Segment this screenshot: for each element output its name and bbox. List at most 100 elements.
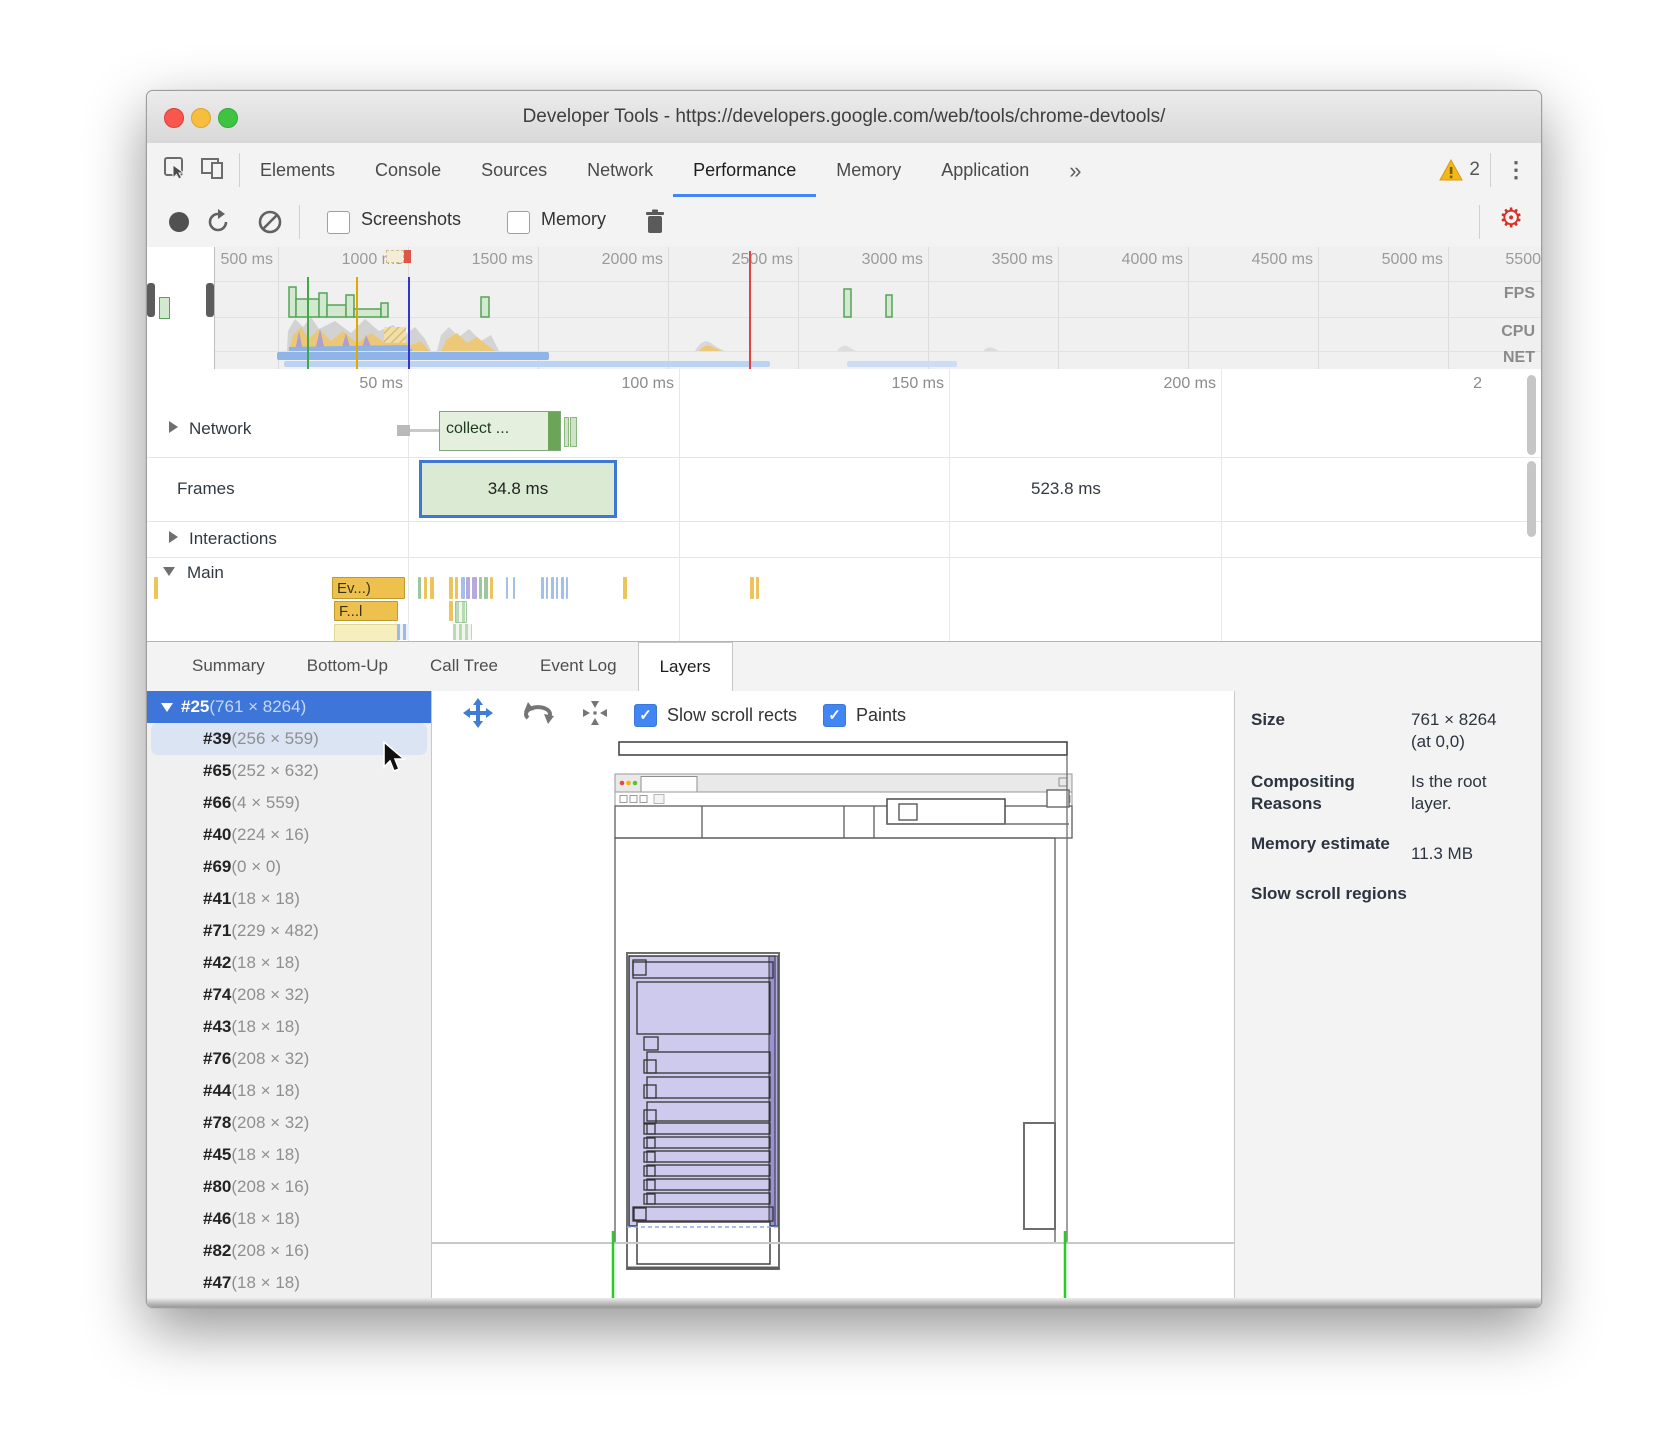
selection-handle-right[interactable] bbox=[206, 283, 214, 317]
layer-tree-item[interactable]: #76(208 × 32) bbox=[147, 1043, 431, 1075]
flame-event-bar[interactable]: Ev...) bbox=[332, 577, 405, 599]
warning-icon[interactable] bbox=[1439, 159, 1463, 181]
flame-bar[interactable] bbox=[461, 577, 465, 599]
flame-bar[interactable] bbox=[418, 577, 421, 599]
flame-bar[interactable] bbox=[334, 624, 398, 642]
detail-tick: 50 ms bbox=[273, 375, 403, 393]
tab-memory[interactable]: Memory bbox=[816, 144, 921, 197]
flame-bar[interactable] bbox=[546, 577, 548, 599]
flame-bar[interactable] bbox=[750, 577, 754, 599]
detail-scrollbar-thumb[interactable] bbox=[1527, 461, 1536, 537]
frames-row-label: Frames bbox=[177, 479, 235, 499]
layer-tree-item[interactable]: #40(224 × 16) bbox=[147, 819, 431, 851]
layer-tree-item[interactable]: #82(208 × 16) bbox=[147, 1235, 431, 1267]
timeline-detail-pane[interactable]: 50 ms 100 ms 150 ms 200 ms 2 Network col… bbox=[147, 369, 1541, 641]
flame-bar[interactable] bbox=[466, 577, 470, 599]
layers-3d-view[interactable]: ✓ Slow scroll rects ✓ Paints bbox=[432, 691, 1234, 1307]
net-lane-label: NET bbox=[1503, 349, 1535, 367]
overview-tick: 5500 bbox=[1431, 251, 1541, 269]
layer-tree-item[interactable]: #25(761 × 8264) bbox=[147, 691, 431, 723]
tab-performance[interactable]: Performance bbox=[673, 144, 816, 197]
flame-bar[interactable] bbox=[561, 577, 564, 599]
device-toolbar-icon[interactable] bbox=[199, 154, 227, 187]
tab-application[interactable]: Application bbox=[921, 144, 1049, 197]
flame-bar[interactable] bbox=[424, 577, 427, 599]
flame-bar[interactable] bbox=[623, 577, 627, 599]
flame-bar[interactable] bbox=[541, 577, 544, 599]
tab-console[interactable]: Console bbox=[355, 144, 461, 197]
flame-bar[interactable] bbox=[566, 577, 568, 599]
expander-down-icon[interactable] bbox=[161, 703, 173, 712]
main-tabbar: Elements Console Sources Network Perform… bbox=[147, 143, 1541, 198]
clear-icon[interactable] bbox=[257, 209, 283, 240]
reload-icon[interactable] bbox=[205, 209, 231, 240]
interactions-expander-icon[interactable] bbox=[169, 531, 178, 543]
detail-row-slow-scroll: Slow scroll regions bbox=[1251, 883, 1541, 905]
flame-bar[interactable] bbox=[506, 577, 508, 599]
layer-tree-item[interactable]: #44(18 × 18) bbox=[147, 1075, 431, 1107]
flame-bar[interactable] bbox=[513, 577, 515, 599]
layer-tree-item[interactable]: #74(208 × 32) bbox=[147, 979, 431, 1011]
selection-handle-left[interactable] bbox=[147, 283, 155, 317]
flame-bar[interactable] bbox=[430, 577, 434, 599]
network-request-bar[interactable] bbox=[570, 417, 577, 447]
tab-summary[interactable]: Summary bbox=[171, 642, 286, 692]
detail-row-memory: Memory estimate 11.3 MB bbox=[1251, 833, 1541, 865]
devtools-window: Developer Tools - https://developers.goo… bbox=[146, 90, 1542, 1308]
layer-tree-item[interactable]: #42(18 × 18) bbox=[147, 947, 431, 979]
warning-count[interactable]: 2 bbox=[1469, 159, 1480, 181]
layer-tree-item[interactable]: #45(18 × 18) bbox=[147, 1139, 431, 1171]
flame-bar[interactable] bbox=[556, 577, 558, 599]
layer-tree-item[interactable]: #41(18 × 18) bbox=[147, 883, 431, 915]
network-request-bar[interactable] bbox=[564, 417, 569, 447]
flame-bar[interactable] bbox=[484, 577, 488, 599]
layer-tree-item[interactable]: #69(0 × 0) bbox=[147, 851, 431, 883]
tab-bottom-up[interactable]: Bottom-Up bbox=[286, 642, 409, 692]
flame-bar[interactable] bbox=[449, 601, 453, 621]
overview-tick: 2500 ms bbox=[683, 251, 793, 269]
tab-sources[interactable]: Sources bbox=[461, 144, 567, 197]
network-request-bar[interactable]: collect ... bbox=[439, 411, 561, 451]
selected-frame[interactable]: 34.8 ms bbox=[419, 460, 617, 518]
kebab-menu-icon[interactable]: ⋮ bbox=[1505, 157, 1527, 183]
trash-icon[interactable] bbox=[643, 208, 667, 240]
network-expander-icon[interactable] bbox=[169, 421, 178, 433]
flame-bar[interactable] bbox=[453, 624, 472, 640]
flame-bar[interactable] bbox=[154, 577, 158, 599]
flame-bar[interactable] bbox=[551, 577, 554, 599]
flame-bar[interactable] bbox=[455, 577, 458, 599]
flame-bar[interactable] bbox=[756, 577, 759, 599]
flame-bar[interactable] bbox=[455, 601, 467, 623]
flame-function-bar[interactable]: F...l bbox=[334, 601, 398, 621]
inspect-element-icon[interactable] bbox=[161, 154, 189, 187]
tab-event-log[interactable]: Event Log bbox=[519, 642, 638, 692]
long-frame-duration[interactable]: 523.8 ms bbox=[1031, 479, 1101, 499]
layer-tree-item[interactable]: #71(229 × 482) bbox=[147, 915, 431, 947]
main-expander-icon[interactable] bbox=[163, 567, 175, 576]
flame-bar[interactable] bbox=[472, 577, 477, 599]
tab-network[interactable]: Network bbox=[567, 144, 673, 197]
layer-tree-item[interactable]: #47(18 × 18) bbox=[147, 1267, 431, 1299]
overview-tick: 5000 ms bbox=[1333, 251, 1443, 269]
tab-call-tree[interactable]: Call Tree bbox=[409, 642, 519, 692]
layer-tree-item[interactable]: #46(18 × 18) bbox=[147, 1203, 431, 1235]
flame-bar[interactable] bbox=[449, 577, 453, 599]
timeline-overview[interactable]: 500 ms 1000 ms 1500 ms 2000 ms 2500 ms 3… bbox=[147, 247, 1541, 370]
layer-wireframe[interactable] bbox=[432, 691, 1234, 1307]
layer-tree-item[interactable]: #43(18 × 18) bbox=[147, 1011, 431, 1043]
more-tabs-chevron-icon[interactable]: » bbox=[1049, 144, 1101, 197]
layer-tree-item[interactable]: #80(208 × 16) bbox=[147, 1171, 431, 1203]
tab-elements[interactable]: Elements bbox=[240, 144, 355, 197]
detail-scrollbar-thumb[interactable] bbox=[1527, 375, 1536, 455]
screenshots-checkbox[interactable] bbox=[327, 211, 350, 234]
detail-tabbar: Summary Bottom-Up Call Tree Event Log La… bbox=[147, 641, 1541, 693]
flame-bar[interactable] bbox=[479, 577, 482, 599]
layer-tree-item[interactable]: #66(4 × 559) bbox=[147, 787, 431, 819]
flame-bar[interactable] bbox=[490, 577, 493, 599]
record-button[interactable] bbox=[167, 210, 191, 239]
tab-layers[interactable]: Layers bbox=[638, 642, 733, 692]
memory-checkbox[interactable] bbox=[507, 211, 530, 234]
layer-tree-item[interactable]: #78(208 × 32) bbox=[147, 1107, 431, 1139]
flame-bar[interactable] bbox=[397, 624, 409, 640]
settings-gear-icon[interactable]: ⚙ bbox=[1499, 203, 1523, 234]
